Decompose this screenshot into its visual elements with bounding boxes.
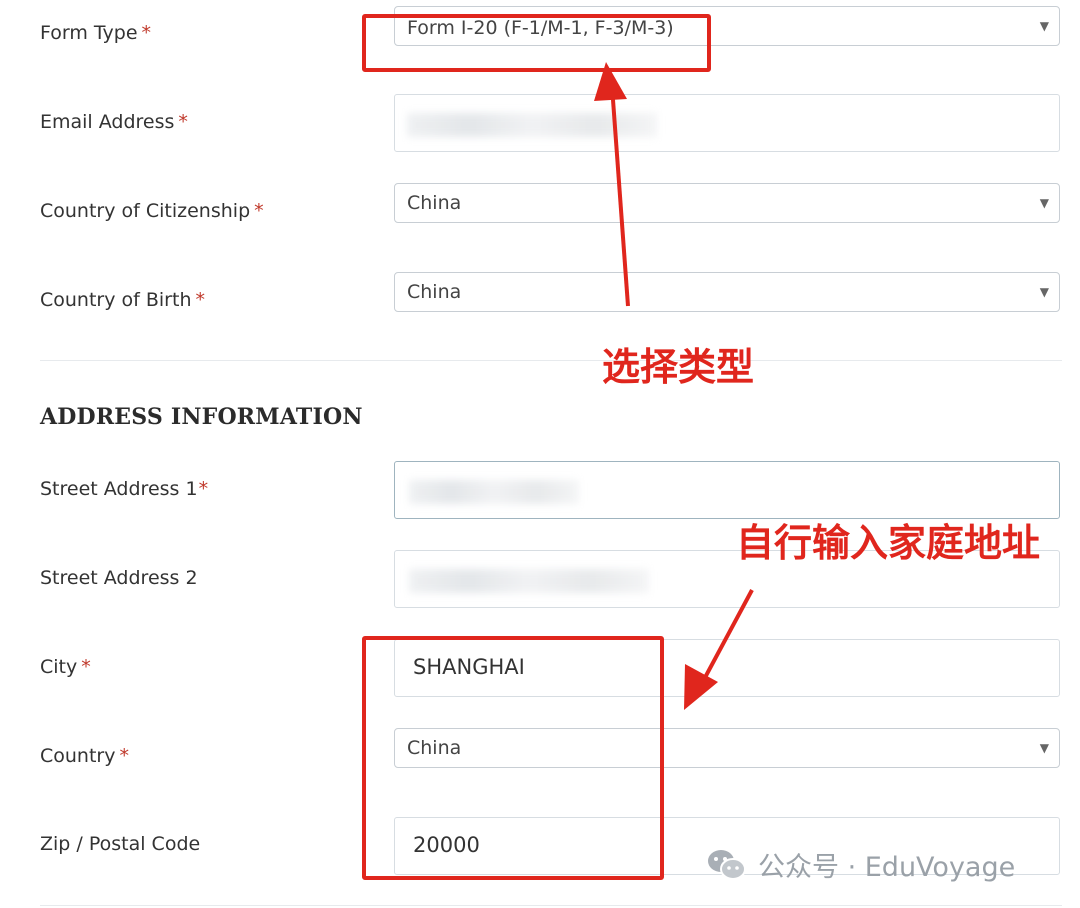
- street2-label-text: Street Address 2: [40, 567, 198, 589]
- watermark: 公众号 · EduVoyage: [706, 845, 1015, 884]
- redacted-street1: [409, 480, 579, 504]
- required-mark: *: [254, 200, 264, 222]
- street1-label-text: Street Address 1: [40, 478, 198, 500]
- bottom-divider: [40, 905, 1062, 906]
- redacted-street2: [409, 569, 649, 593]
- page: Form Type * Form I-20 (F-1/M-1, F-3/M-3) …: [0, 0, 1080, 908]
- citizenship-label-text: Country of Citizenship: [40, 200, 251, 222]
- country-label: Country *: [40, 745, 129, 767]
- email-field[interactable]: [394, 94, 1060, 152]
- address-section-title: ADDRESS INFORMATION: [40, 404, 363, 430]
- required-mark: *: [141, 22, 152, 44]
- email-label-text: Email Address: [40, 111, 175, 133]
- chevron-down-icon: ▼: [1039, 741, 1049, 755]
- zip-label-text: Zip / Postal Code: [40, 833, 201, 855]
- required-mark: *: [178, 111, 188, 133]
- form-type-label-text: Form Type: [40, 22, 138, 44]
- required-mark: *: [198, 478, 209, 500]
- country-label-text: Country: [40, 745, 116, 767]
- email-label: Email Address *: [40, 111, 188, 133]
- city-label-text: City: [40, 656, 78, 678]
- chevron-down-icon: ▼: [1039, 196, 1049, 210]
- redacted-email: [407, 113, 657, 137]
- chevron-down-icon: ▼: [1039, 19, 1049, 33]
- street2-label: Street Address 2: [40, 567, 198, 589]
- annotation-select-type: 选择类型: [602, 345, 755, 389]
- required-mark: *: [81, 656, 91, 678]
- section-divider: [40, 360, 1062, 361]
- annotation-box-address: [362, 636, 664, 880]
- city-label: City *: [40, 656, 91, 678]
- annotation-box-form-type: [362, 14, 711, 72]
- annotation-enter-address: 自行输入家庭地址: [736, 521, 1041, 565]
- citizenship-label: Country of Citizenship *: [40, 200, 264, 222]
- chevron-down-icon: ▼: [1039, 285, 1049, 299]
- birth-select[interactable]: China ▼: [394, 272, 1060, 312]
- street1-field[interactable]: [394, 461, 1060, 519]
- birth-label-text: Country of Birth: [40, 289, 192, 311]
- watermark-text: 公众号 · EduVoyage: [758, 852, 1016, 883]
- street1-label: Street Address 1*: [40, 478, 208, 500]
- birth-value: China: [407, 281, 462, 303]
- citizenship-select[interactable]: China ▼: [394, 183, 1060, 223]
- required-mark: *: [195, 289, 206, 311]
- required-mark: *: [119, 745, 129, 767]
- zip-label: Zip / Postal Code: [40, 833, 200, 855]
- citizenship-value: China: [407, 192, 462, 214]
- wechat-icon: [706, 847, 748, 883]
- birth-label: Country of Birth *: [40, 289, 205, 311]
- form-type-label: Form Type *: [40, 22, 151, 44]
